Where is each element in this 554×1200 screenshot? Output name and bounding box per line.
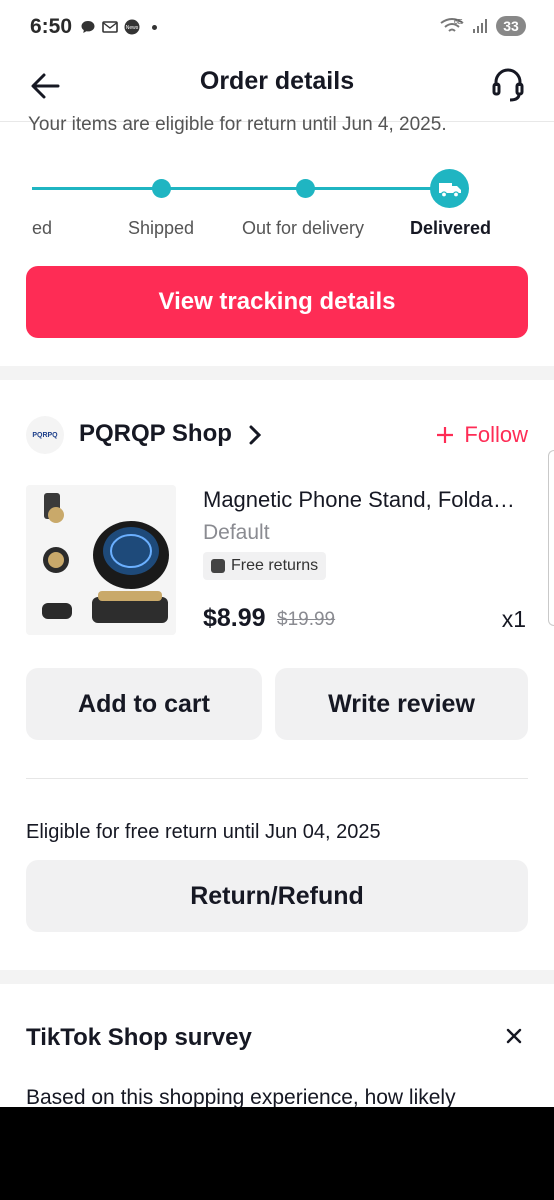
progress-line (162, 187, 307, 190)
product-image[interactable] (26, 485, 176, 635)
headset-icon[interactable] (488, 64, 528, 104)
status-bar: 6:50 News 6E 33 (0, 0, 554, 56)
network-type: 6E (454, 19, 463, 26)
mail-icon (102, 21, 118, 33)
progress-line (32, 187, 162, 190)
progress-line (306, 187, 436, 190)
survey-title: TikTok Shop survey (26, 1024, 252, 1051)
dot-icon (152, 24, 157, 30)
battery-icon: 33 (496, 16, 526, 36)
shop-logo[interactable]: PQRPQ (26, 416, 64, 454)
survey-question: Based on this shopping experience, how l… (26, 1086, 456, 1107)
step-label-out-for-delivery: Out for delivery (242, 218, 365, 238)
status-notification-icons: News (80, 19, 157, 35)
section-divider (0, 970, 554, 984)
screen: 6:50 News 6E 33 Order details Your items… (0, 0, 554, 1107)
section-divider (0, 366, 554, 380)
free-returns-badge: Free returns (203, 552, 327, 580)
app-header: Order details (0, 56, 554, 122)
step-label-delivered: Delivered (410, 218, 492, 238)
scrollbar[interactable] (548, 450, 554, 626)
step-label-shipped: Shipped (128, 218, 195, 238)
follow-label: Follow (464, 422, 528, 447)
product-title[interactable]: Magnetic Phone Stand, Foldable Stand (203, 487, 523, 513)
return-refund-button[interactable]: Return/Refund (26, 860, 528, 932)
return-notice-top: Your items are eligible for return until… (28, 114, 447, 135)
follow-button[interactable]: Follow (436, 422, 528, 448)
page-title: Order details (199, 67, 355, 95)
plus-icon (437, 427, 454, 443)
delivery-progress: ed Shipped Out for delivery Delivered (0, 160, 554, 250)
status-system-icons: 6E 33 (440, 16, 526, 36)
original-price: $19.99 (277, 609, 336, 630)
product-quantity: x1 (501, 606, 526, 632)
signal-icon (473, 19, 487, 33)
return-eligibility-text: Eligible for free return until Jun 04, 2… (26, 821, 381, 843)
news-icon: News (124, 19, 140, 35)
step-dot-shipped (152, 179, 171, 198)
step-dot-out-for-delivery (296, 179, 315, 198)
svg-text:News: News (126, 25, 139, 31)
divider (26, 778, 528, 779)
add-to-cart-button[interactable]: Add to cart (26, 668, 262, 740)
badge-label: Free returns (231, 557, 319, 574)
status-time: 6:50 (30, 15, 73, 38)
product-price: $8.99 (203, 604, 266, 632)
chat-icon (81, 21, 95, 33)
view-tracking-button[interactable]: View tracking details (26, 266, 528, 338)
truck-icon (430, 169, 469, 208)
chevron-right-icon[interactable] (246, 423, 264, 447)
step-label-ordered: ed (32, 218, 53, 238)
write-review-button[interactable]: Write review (275, 668, 528, 740)
close-icon[interactable] (500, 1022, 528, 1050)
return-box-icon (211, 559, 225, 573)
shop-name[interactable]: PQRQP Shop (79, 420, 232, 448)
shop-row: PQRPQ PQRQP Shop Follow (26, 414, 528, 456)
wifi-icon: 6E (440, 18, 464, 32)
product-variant: Default (203, 521, 270, 544)
